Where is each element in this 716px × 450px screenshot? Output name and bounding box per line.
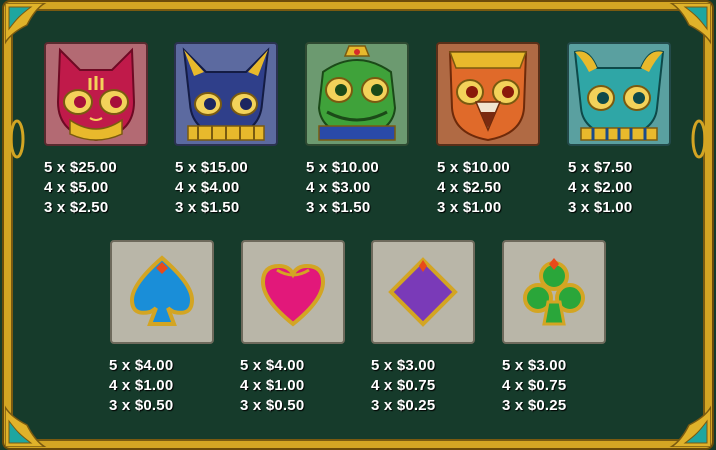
symbol-tile-cat-mask xyxy=(44,42,148,146)
club-icon xyxy=(502,240,606,344)
symbol-tile-club xyxy=(502,240,606,344)
pay-line: 4 x $5.00 xyxy=(44,179,109,196)
pay-line: 4 x $1.00 xyxy=(109,377,174,394)
pay-line: 5 x $15.00 xyxy=(175,159,248,176)
falcon-mask-icon xyxy=(436,42,540,146)
side-clasp-icon xyxy=(9,119,25,159)
heart-icon xyxy=(241,240,345,344)
symbol-tile-jackal-mask xyxy=(174,42,278,146)
pay-line: 5 x $4.00 xyxy=(109,357,174,374)
pay-line: 5 x $10.00 xyxy=(306,159,379,176)
paytable-jackal-mask: 5 x $15.00 4 x $4.00 3 x $1.50 xyxy=(175,158,285,218)
symbol-tile-heart xyxy=(241,240,345,344)
side-clasp-icon xyxy=(691,119,707,159)
pay-line: 5 x $10.00 xyxy=(437,159,510,176)
pay-line: 5 x $3.00 xyxy=(502,357,567,374)
symbol-tile-diamond xyxy=(371,240,475,344)
pay-line: 3 x $1.00 xyxy=(568,199,633,216)
diamond-icon xyxy=(371,240,475,344)
pay-line: 4 x $3.00 xyxy=(306,179,371,196)
symbol-tile-spade xyxy=(110,240,214,344)
pay-line: 4 x $0.75 xyxy=(371,377,436,394)
paytable-falcon-mask: 5 x $10.00 4 x $2.50 3 x $1.00 xyxy=(437,158,547,218)
spade-icon xyxy=(110,240,214,344)
pay-line: 5 x $25.00 xyxy=(44,159,117,176)
pay-line: 3 x $2.50 xyxy=(44,199,109,216)
pay-line: 5 x $7.50 xyxy=(568,159,633,176)
cat-mask-icon xyxy=(44,42,148,146)
pay-line: 4 x $1.00 xyxy=(240,377,305,394)
paytable-diamond: 5 x $3.00 4 x $0.75 3 x $0.25 xyxy=(371,356,481,416)
corner-ornament-icon xyxy=(668,404,711,447)
paytable-heart: 5 x $4.00 4 x $1.00 3 x $0.50 xyxy=(240,356,350,416)
pay-line: 3 x $1.00 xyxy=(437,199,502,216)
pay-line: 3 x $1.50 xyxy=(175,199,240,216)
symbol-tile-croc-mask xyxy=(305,42,409,146)
corner-ornament-icon xyxy=(5,404,48,447)
pay-line: 3 x $0.50 xyxy=(240,397,305,414)
paytable-panel: 5 x $25.00 4 x $5.00 3 x $2.50 5 x $15.0… xyxy=(0,0,716,450)
paytable-club: 5 x $3.00 4 x $0.75 3 x $0.25 xyxy=(502,356,612,416)
pay-line: 4 x $2.00 xyxy=(568,179,633,196)
pay-line: 4 x $0.75 xyxy=(502,377,567,394)
paytable-spade: 5 x $4.00 4 x $1.00 3 x $0.50 xyxy=(109,356,219,416)
paytable-croc-mask: 5 x $10.00 4 x $3.00 3 x $1.50 xyxy=(306,158,416,218)
pay-line: 3 x $0.25 xyxy=(371,397,436,414)
pay-line: 5 x $4.00 xyxy=(240,357,305,374)
pay-line: 4 x $4.00 xyxy=(175,179,240,196)
pay-line: 3 x $1.50 xyxy=(306,199,371,216)
paytable-ram-mask: 5 x $7.50 4 x $2.00 3 x $1.00 xyxy=(568,158,678,218)
pay-line: 3 x $0.50 xyxy=(109,397,174,414)
pay-line: 4 x $2.50 xyxy=(437,179,502,196)
ram-mask-icon xyxy=(567,42,671,146)
paytable-cat-mask: 5 x $25.00 4 x $5.00 3 x $2.50 xyxy=(44,158,154,218)
jackal-mask-icon xyxy=(174,42,278,146)
pay-line: 3 x $0.25 xyxy=(502,397,567,414)
symbol-tile-falcon-mask xyxy=(436,42,540,146)
croc-mask-icon xyxy=(305,42,409,146)
pay-line: 5 x $3.00 xyxy=(371,357,436,374)
symbol-tile-ram-mask xyxy=(567,42,671,146)
